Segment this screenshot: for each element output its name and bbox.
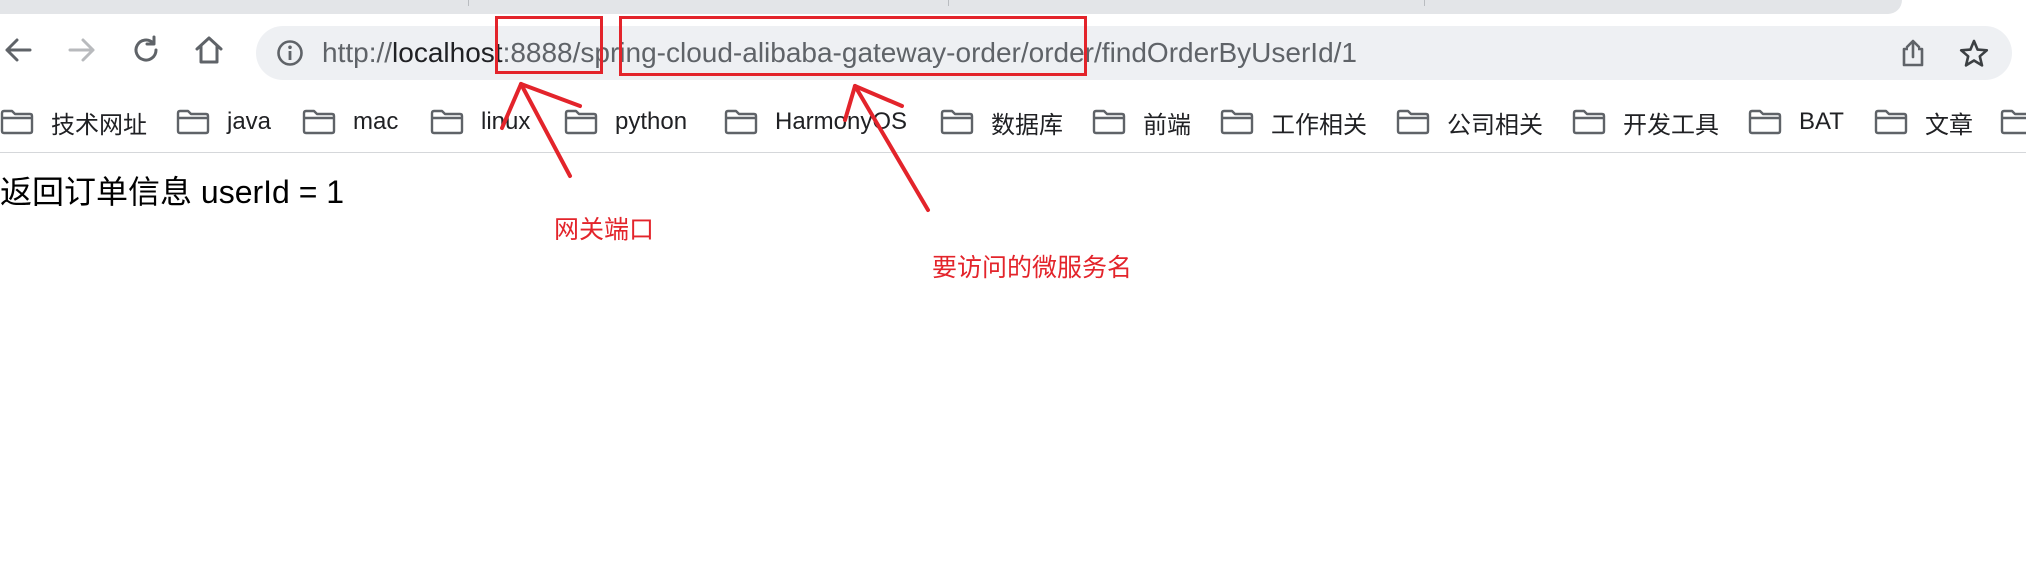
reload-button[interactable]: [128, 32, 164, 68]
service-name-highlight-box: [619, 16, 1087, 76]
folder-icon: [0, 109, 34, 135]
bookmark-label: python: [615, 108, 688, 135]
tab-strip: [0, 0, 2026, 14]
response-text: 返回订单信息 userId = 1: [0, 174, 345, 210]
bookmark-label: 文章: [1925, 111, 1973, 139]
bookmark-label: linux: [481, 108, 531, 135]
bookmark-label: HarmonyOS: [775, 108, 908, 135]
bookmark-folder-item[interactable]: python: [564, 105, 687, 139]
bookmark-label: 开发工具: [1623, 111, 1719, 139]
bookmark-overflow-folder[interactable]: [2000, 105, 2026, 139]
share-icon[interactable]: [1898, 38, 1928, 68]
bookmark-folder-item[interactable]: HarmonyOS: [724, 105, 907, 139]
port-annotation-label: 网关端口: [554, 216, 655, 244]
bookmark-label: 前端: [1143, 111, 1191, 139]
service-annotation-label: 要访问的微服务名: [932, 254, 1133, 282]
folder-icon: [940, 109, 974, 135]
tab-strip-bar: [0, 0, 1902, 14]
bookmark-folder-item[interactable]: 公司相关: [1396, 105, 1543, 139]
info-icon[interactable]: [276, 39, 304, 67]
bookmarks-bar: 技术网址 java mac linux python HarmonyOS 数据库 前端 工作相关…: [0, 92, 2026, 153]
bookmark-folder-item[interactable]: java: [176, 105, 271, 139]
folder-icon: [1874, 109, 1908, 135]
folder-icon: [2000, 109, 2026, 135]
bookmark-folder-item[interactable]: 数据库: [940, 105, 1063, 139]
folder-icon: [302, 109, 336, 135]
bookmark-folder-item[interactable]: BAT: [1748, 105, 1844, 139]
url-host: localhost: [392, 37, 503, 68]
folder-icon: [1396, 109, 1430, 135]
back-arrow-icon: [5, 38, 32, 62]
bookmark-label: mac: [353, 108, 399, 135]
bookmark-folder-item[interactable]: 文章: [1874, 105, 1973, 139]
forward-button[interactable]: [64, 32, 100, 68]
reload-icon: [134, 35, 158, 62]
tab-separator: [468, 0, 469, 6]
tab-separator: [948, 0, 949, 6]
bookmark-label: java: [227, 108, 272, 135]
port-highlight-box: [495, 16, 603, 74]
bookmark-folder-item[interactable]: 前端: [1092, 105, 1191, 139]
bookmark-folder-item[interactable]: 技术网址: [0, 105, 147, 139]
folder-icon: [564, 109, 598, 135]
folder-icon: [1092, 109, 1126, 135]
bookmark-label: 数据库: [991, 111, 1063, 139]
bookmark-folder-item[interactable]: mac: [302, 105, 398, 139]
folder-icon: [724, 109, 758, 135]
bookmark-label: 技术网址: [51, 111, 147, 139]
bookmark-folder-item[interactable]: linux: [430, 105, 530, 139]
tab-separator: [1424, 0, 1425, 6]
folder-icon: [176, 109, 210, 135]
bookmark-label: BAT: [1799, 108, 1844, 135]
bookmark-folder-item[interactable]: 工作相关: [1220, 105, 1367, 139]
back-button[interactable]: [0, 32, 36, 68]
home-icon: [195, 36, 223, 64]
url-scheme: http://: [322, 37, 393, 68]
folder-icon: [1220, 109, 1254, 135]
forward-arrow-icon: [68, 38, 95, 62]
bookmark-folder-item[interactable]: 开发工具: [1572, 105, 1719, 139]
folder-icon: [1748, 109, 1782, 135]
bookmark-star-icon[interactable]: [1958, 38, 1990, 70]
folder-icon: [1572, 109, 1606, 135]
bookmark-label: 公司相关: [1447, 111, 1543, 139]
folder-icon: [430, 109, 464, 135]
bookmark-label: 工作相关: [1271, 111, 1367, 139]
home-button[interactable]: [191, 32, 227, 68]
